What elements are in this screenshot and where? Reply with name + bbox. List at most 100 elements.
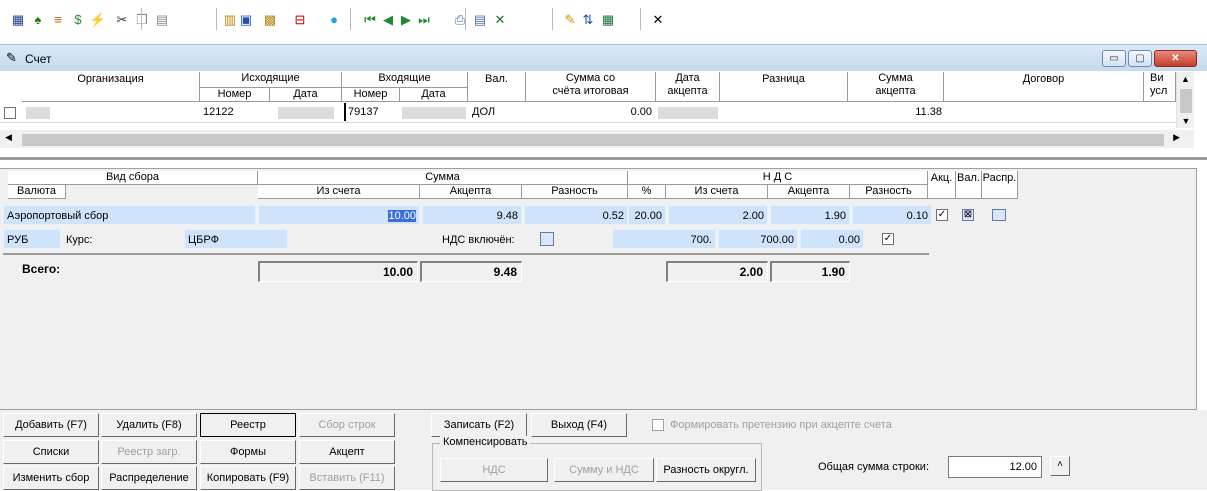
scroll-thumb[interactable] (1180, 89, 1192, 113)
registry-load-button[interactable]: Реестр загр. (101, 440, 197, 464)
forms-button[interactable]: Формы (200, 440, 296, 464)
dollar-icon[interactable]: $ (68, 9, 88, 29)
filter-icon[interactable]: ✎ (560, 9, 580, 29)
scroll-left-icon[interactable]: ◀ (5, 132, 12, 143)
close-icon[interactable]: ✕ (648, 9, 668, 29)
cut-icon[interactable]: ✂ (112, 9, 132, 29)
paste-icon[interactable]: ▤ (152, 9, 172, 29)
col-header-vat-accept[interactable]: Акцепта (768, 185, 850, 199)
col-header-val[interactable]: Вал. (956, 171, 982, 199)
col-header-contract[interactable]: Договор (944, 72, 1144, 102)
col-header-percent[interactable]: % (628, 185, 666, 199)
col-header-out-date[interactable]: Дата (270, 88, 342, 102)
header-text: Ви (1150, 72, 1164, 84)
table-row[interactable]: 12122 79137 ДОЛ 0.00 11.38 (0, 103, 1176, 123)
compensate-sum-vat-button[interactable]: Сумму и НДС (554, 458, 654, 482)
vat-percent-field[interactable]: 20.00 (628, 205, 666, 225)
maximize-button[interactable]: ▢ (1128, 50, 1152, 67)
vat-included-checkbox[interactable] (540, 232, 554, 246)
col-header-sum-total[interactable]: Сумма со счёта итоговая (526, 72, 656, 102)
col-header-sum-accept[interactable]: Сумма акцепта (848, 72, 944, 102)
col-header-distr[interactable]: Распр. (982, 171, 1018, 199)
calc-grid-icon[interactable]: ▦ (598, 9, 618, 29)
vat-from-invoice-field[interactable]: 2.00 (668, 205, 768, 225)
rub-accept-field[interactable]: 700.00 (718, 229, 798, 249)
distribution-button[interactable]: Распределение (101, 466, 197, 490)
close-window-button[interactable]: ✕ (1154, 50, 1197, 67)
rounding-diff-button[interactable]: Разность округл. (656, 458, 756, 482)
list-icon[interactable]: ≡ (48, 9, 68, 29)
first-record-icon[interactable]: ⏮ (360, 9, 380, 29)
splitter[interactable] (0, 157, 1207, 160)
edit-icon[interactable]: ● (324, 9, 344, 29)
col-header-vat-from-invoice[interactable]: Из счета (666, 185, 768, 199)
last-record-icon[interactable]: ⏭ (414, 9, 434, 29)
rub-from-invoice-field[interactable]: 700. (612, 229, 716, 249)
rate-source-field[interactable]: ЦБРФ (184, 229, 288, 249)
scroll-up-icon[interactable]: ▲ (1177, 74, 1194, 84)
rub-checkbox[interactable]: ✓ (882, 233, 894, 245)
insert-button[interactable]: Вставить (F11) (299, 466, 395, 490)
col-header-in-number[interactable]: Номер (342, 88, 400, 102)
header-text: Дата (675, 72, 700, 84)
horizontal-scroll-thumb[interactable] (22, 134, 1164, 146)
next-record-icon[interactable]: ▶ (396, 9, 416, 29)
compensate-vat-button[interactable]: НДС (440, 458, 548, 482)
scroll-right-icon[interactable]: ▶ (1173, 132, 1180, 143)
col-header-organization[interactable]: Организация (22, 72, 200, 102)
col-header-fee-type[interactable]: Вид сбора (8, 171, 258, 185)
currency-field[interactable]: РУБ (3, 229, 61, 249)
vat-accept-field[interactable]: 1.90 (770, 205, 850, 225)
col-header-accept-date[interactable]: Дата акцепта (656, 72, 720, 102)
calculator-icon[interactable]: ▦ (8, 9, 28, 29)
lists-button[interactable]: Списки (3, 440, 99, 464)
print-icon[interactable]: ⎙ (450, 9, 470, 29)
from-invoice-field[interactable]: 10.00 (258, 205, 420, 225)
prev-record-icon[interactable]: ◀ (378, 9, 398, 29)
diff-field[interactable]: 0.52 (524, 205, 628, 225)
accept-button[interactable]: Акцепт (299, 440, 395, 464)
registry-button[interactable]: Реестр (200, 413, 296, 437)
sort-icon[interactable]: ⇅ (578, 9, 598, 29)
vat-diff-field[interactable]: 0.10 (852, 205, 932, 225)
row-total-field[interactable]: 12.00 (948, 456, 1042, 478)
vertical-scrollbar[interactable]: ▲ ▼ (1176, 72, 1194, 128)
accept-field[interactable]: 9.48 (422, 205, 522, 225)
col-header-in-date[interactable]: Дата (400, 88, 468, 102)
akc-checkbox[interactable]: ✓ (936, 209, 948, 221)
col-header-from-invoice[interactable]: Из счета (258, 185, 420, 199)
stepper-up-icon[interactable]: ˄ (1050, 456, 1070, 476)
money-bag-icon[interactable]: ♠ (28, 9, 48, 29)
claim-checkbox[interactable] (652, 419, 664, 431)
col-header-out-number[interactable]: Номер (200, 88, 270, 102)
col-header-currency-btn[interactable]: Валюта (8, 185, 66, 199)
delete-record-icon[interactable]: ⊟ (290, 9, 310, 29)
col-header-vat-diff[interactable]: Разность (850, 185, 928, 199)
grid-icon[interactable]: ▩ (260, 9, 280, 29)
col-header-service[interactable]: Ви усл (1144, 72, 1176, 102)
scroll-down-icon[interactable]: ▼ (1177, 116, 1195, 126)
copy-button[interactable]: Копировать (F9) (200, 466, 296, 490)
delete-button[interactable]: Удалить (F8) (101, 413, 197, 437)
exit-button[interactable]: Выход (F4) (531, 413, 627, 437)
copy-icon[interactable]: ❐ (132, 9, 152, 29)
col-header-diff[interactable]: Разность (522, 185, 628, 199)
lightning-icon[interactable]: ⚡ (88, 9, 108, 29)
collect-rows-button[interactable]: Сбор строк (299, 413, 395, 437)
save-button[interactable]: Записать (F2) (431, 413, 527, 437)
row-checkbox[interactable] (4, 107, 16, 119)
minimize-button[interactable]: ▭ (1102, 50, 1126, 67)
col-header-akc[interactable]: Акц. (928, 171, 956, 199)
val-checkbox[interactable]: ⊠ (962, 209, 974, 221)
excel-icon[interactable]: ✕ (490, 9, 510, 29)
save-icon[interactable]: ▣ (236, 9, 256, 29)
fee-type-field[interactable]: Аэропортовый сбор (3, 205, 256, 225)
col-header-difference[interactable]: Разница (720, 72, 848, 102)
change-fee-button[interactable]: Изменить сбор (3, 466, 99, 490)
add-button[interactable]: Добавить (F7) (3, 413, 99, 437)
rub-diff-field[interactable]: 0.00 (800, 229, 864, 249)
preview-icon[interactable]: ▤ (470, 9, 490, 29)
col-header-currency[interactable]: Вал. (468, 72, 526, 102)
col-header-accept[interactable]: Акцепта (420, 185, 522, 199)
distr-checkbox[interactable] (992, 209, 1006, 221)
